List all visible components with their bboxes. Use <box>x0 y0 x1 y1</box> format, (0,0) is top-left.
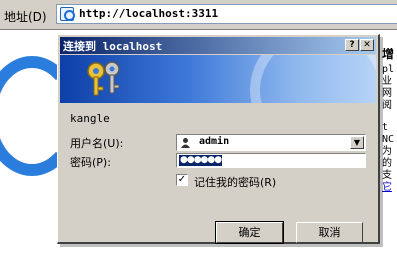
user-icon <box>181 138 190 148</box>
remember-label[interactable]: 记住我的密码(R) <box>194 174 276 190</box>
password-mask: ●●●●●● <box>179 155 222 166</box>
close-button[interactable]: ✕ <box>360 39 374 51</box>
keys-icon <box>87 61 120 96</box>
realm-text: kangle <box>70 112 110 125</box>
remember-checkbox[interactable]: ✓ <box>176 174 188 186</box>
background-page-text: 增 pl 业 网 阅 t NC 为 的 支 它 <box>382 48 397 194</box>
bg-line: 的 <box>382 158 392 169</box>
dialog-content: kangle 用户名(U): admin ▼ 密码(P): ●●●●●● ✓ 记… <box>58 103 378 244</box>
bg-line: 阅 <box>382 100 392 111</box>
bg-line: 网 <box>382 88 392 99</box>
address-url: http://localhost:3311 <box>79 7 219 20</box>
bg-line: NC <box>382 134 395 145</box>
bg-line: 业 <box>382 76 392 87</box>
bg-line: 增 <box>382 48 395 61</box>
bg-line: pl <box>382 64 395 75</box>
dialog-banner <box>60 55 376 103</box>
dialog-titlebar[interactable]: 连接到 localhost ? ✕ <box>60 37 376 54</box>
help-button[interactable]: ? <box>345 39 359 51</box>
username-value: admin <box>199 136 230 147</box>
page-icon <box>60 7 75 21</box>
bg-line: t <box>382 122 389 133</box>
password-field[interactable]: ●●●●●● <box>176 153 366 168</box>
username-label: 用户名(U): <box>70 137 124 150</box>
cancel-button[interactable]: 取消 <box>296 222 363 243</box>
banner-decoration <box>250 55 376 103</box>
bg-line: 为 <box>382 146 392 157</box>
address-label: 地址(D) <box>4 10 47 24</box>
ok-button[interactable]: 确定 <box>215 221 284 244</box>
bg-link[interactable]: 它 <box>382 182 397 194</box>
chevron-down-icon[interactable]: ▼ <box>350 136 364 149</box>
login-dialog: 连接到 localhost ? ✕ kangle 用户名(U): admin ▼ <box>57 34 380 244</box>
dialog-title: 连接到 localhost <box>63 40 163 53</box>
address-bar: 地址(D) http://localhost:3311 <box>0 0 397 30</box>
username-combobox[interactable]: admin ▼ <box>176 134 366 151</box>
bg-line: 支 <box>382 170 392 181</box>
address-input[interactable]: http://localhost:3311 <box>56 4 397 24</box>
bg-line <box>382 112 397 122</box>
password-label: 密码(P): <box>70 156 111 169</box>
